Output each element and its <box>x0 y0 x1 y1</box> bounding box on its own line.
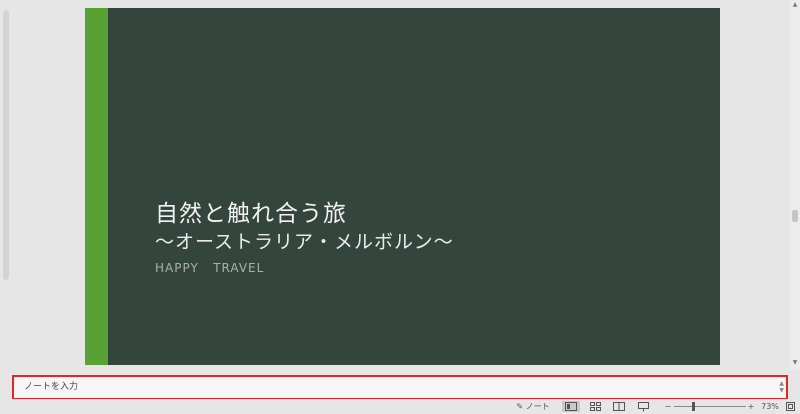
notes-pane[interactable]: ノートを入力 ▲ ▼ <box>12 375 788 400</box>
reading-view-icon <box>613 402 625 411</box>
slideshow-icon <box>637 401 649 411</box>
zoom-slider[interactable] <box>674 406 746 407</box>
zoom-out-button[interactable]: − <box>664 401 672 412</box>
slide-tagline[interactable]: HAPPY TRAVEL <box>155 260 264 276</box>
slide-sorter-icon <box>589 402 601 411</box>
status-bar: ✎ ノート − + 73% <box>0 399 800 414</box>
scroll-down-icon[interactable]: ▼ <box>792 360 798 366</box>
normal-view-icon <box>565 402 577 411</box>
notes-icon: ✎ <box>516 402 524 411</box>
notes-placeholder: ノートを入力 <box>24 382 79 392</box>
zoom-in-button[interactable]: + <box>747 401 755 412</box>
notes-scroll-arrows-icon[interactable]: ▲ ▼ <box>779 380 784 394</box>
scroll-thumb[interactable] <box>792 210 798 222</box>
fit-to-window-button[interactable] <box>784 401 796 412</box>
slide-subtitle[interactable]: 〜オーストラリア・メルボルン〜 <box>155 230 454 254</box>
zoom-level[interactable]: 73% <box>758 401 782 412</box>
reading-view-button[interactable] <box>610 401 628 412</box>
slide-canvas[interactable]: 自然と触れ合う旅 〜オーストラリア・メルボルン〜 HAPPY TRAVEL <box>85 8 720 365</box>
zoom-slider-thumb[interactable] <box>691 402 695 411</box>
scroll-up-icon[interactable]: ▲ <box>792 2 798 8</box>
slide-accent-bar <box>85 8 108 365</box>
vertical-scrollbar[interactable]: ▲ ▼ <box>790 0 800 370</box>
thumbnail-scrollbar[interactable] <box>3 10 9 280</box>
notes-toggle-button[interactable]: ✎ ノート <box>515 401 551 412</box>
slide-title[interactable]: 自然と触れ合う旅 <box>155 200 347 228</box>
fit-to-window-icon <box>785 402 795 411</box>
slide-sorter-button[interactable] <box>586 401 604 412</box>
normal-view-button[interactable] <box>562 401 580 412</box>
slideshow-button[interactable] <box>634 401 652 412</box>
notes-toggle-label: ノート <box>525 402 550 411</box>
slide-editor: 自然と触れ合う旅 〜オーストラリア・メルボルン〜 HAPPY TRAVEL ▲ … <box>0 0 800 370</box>
